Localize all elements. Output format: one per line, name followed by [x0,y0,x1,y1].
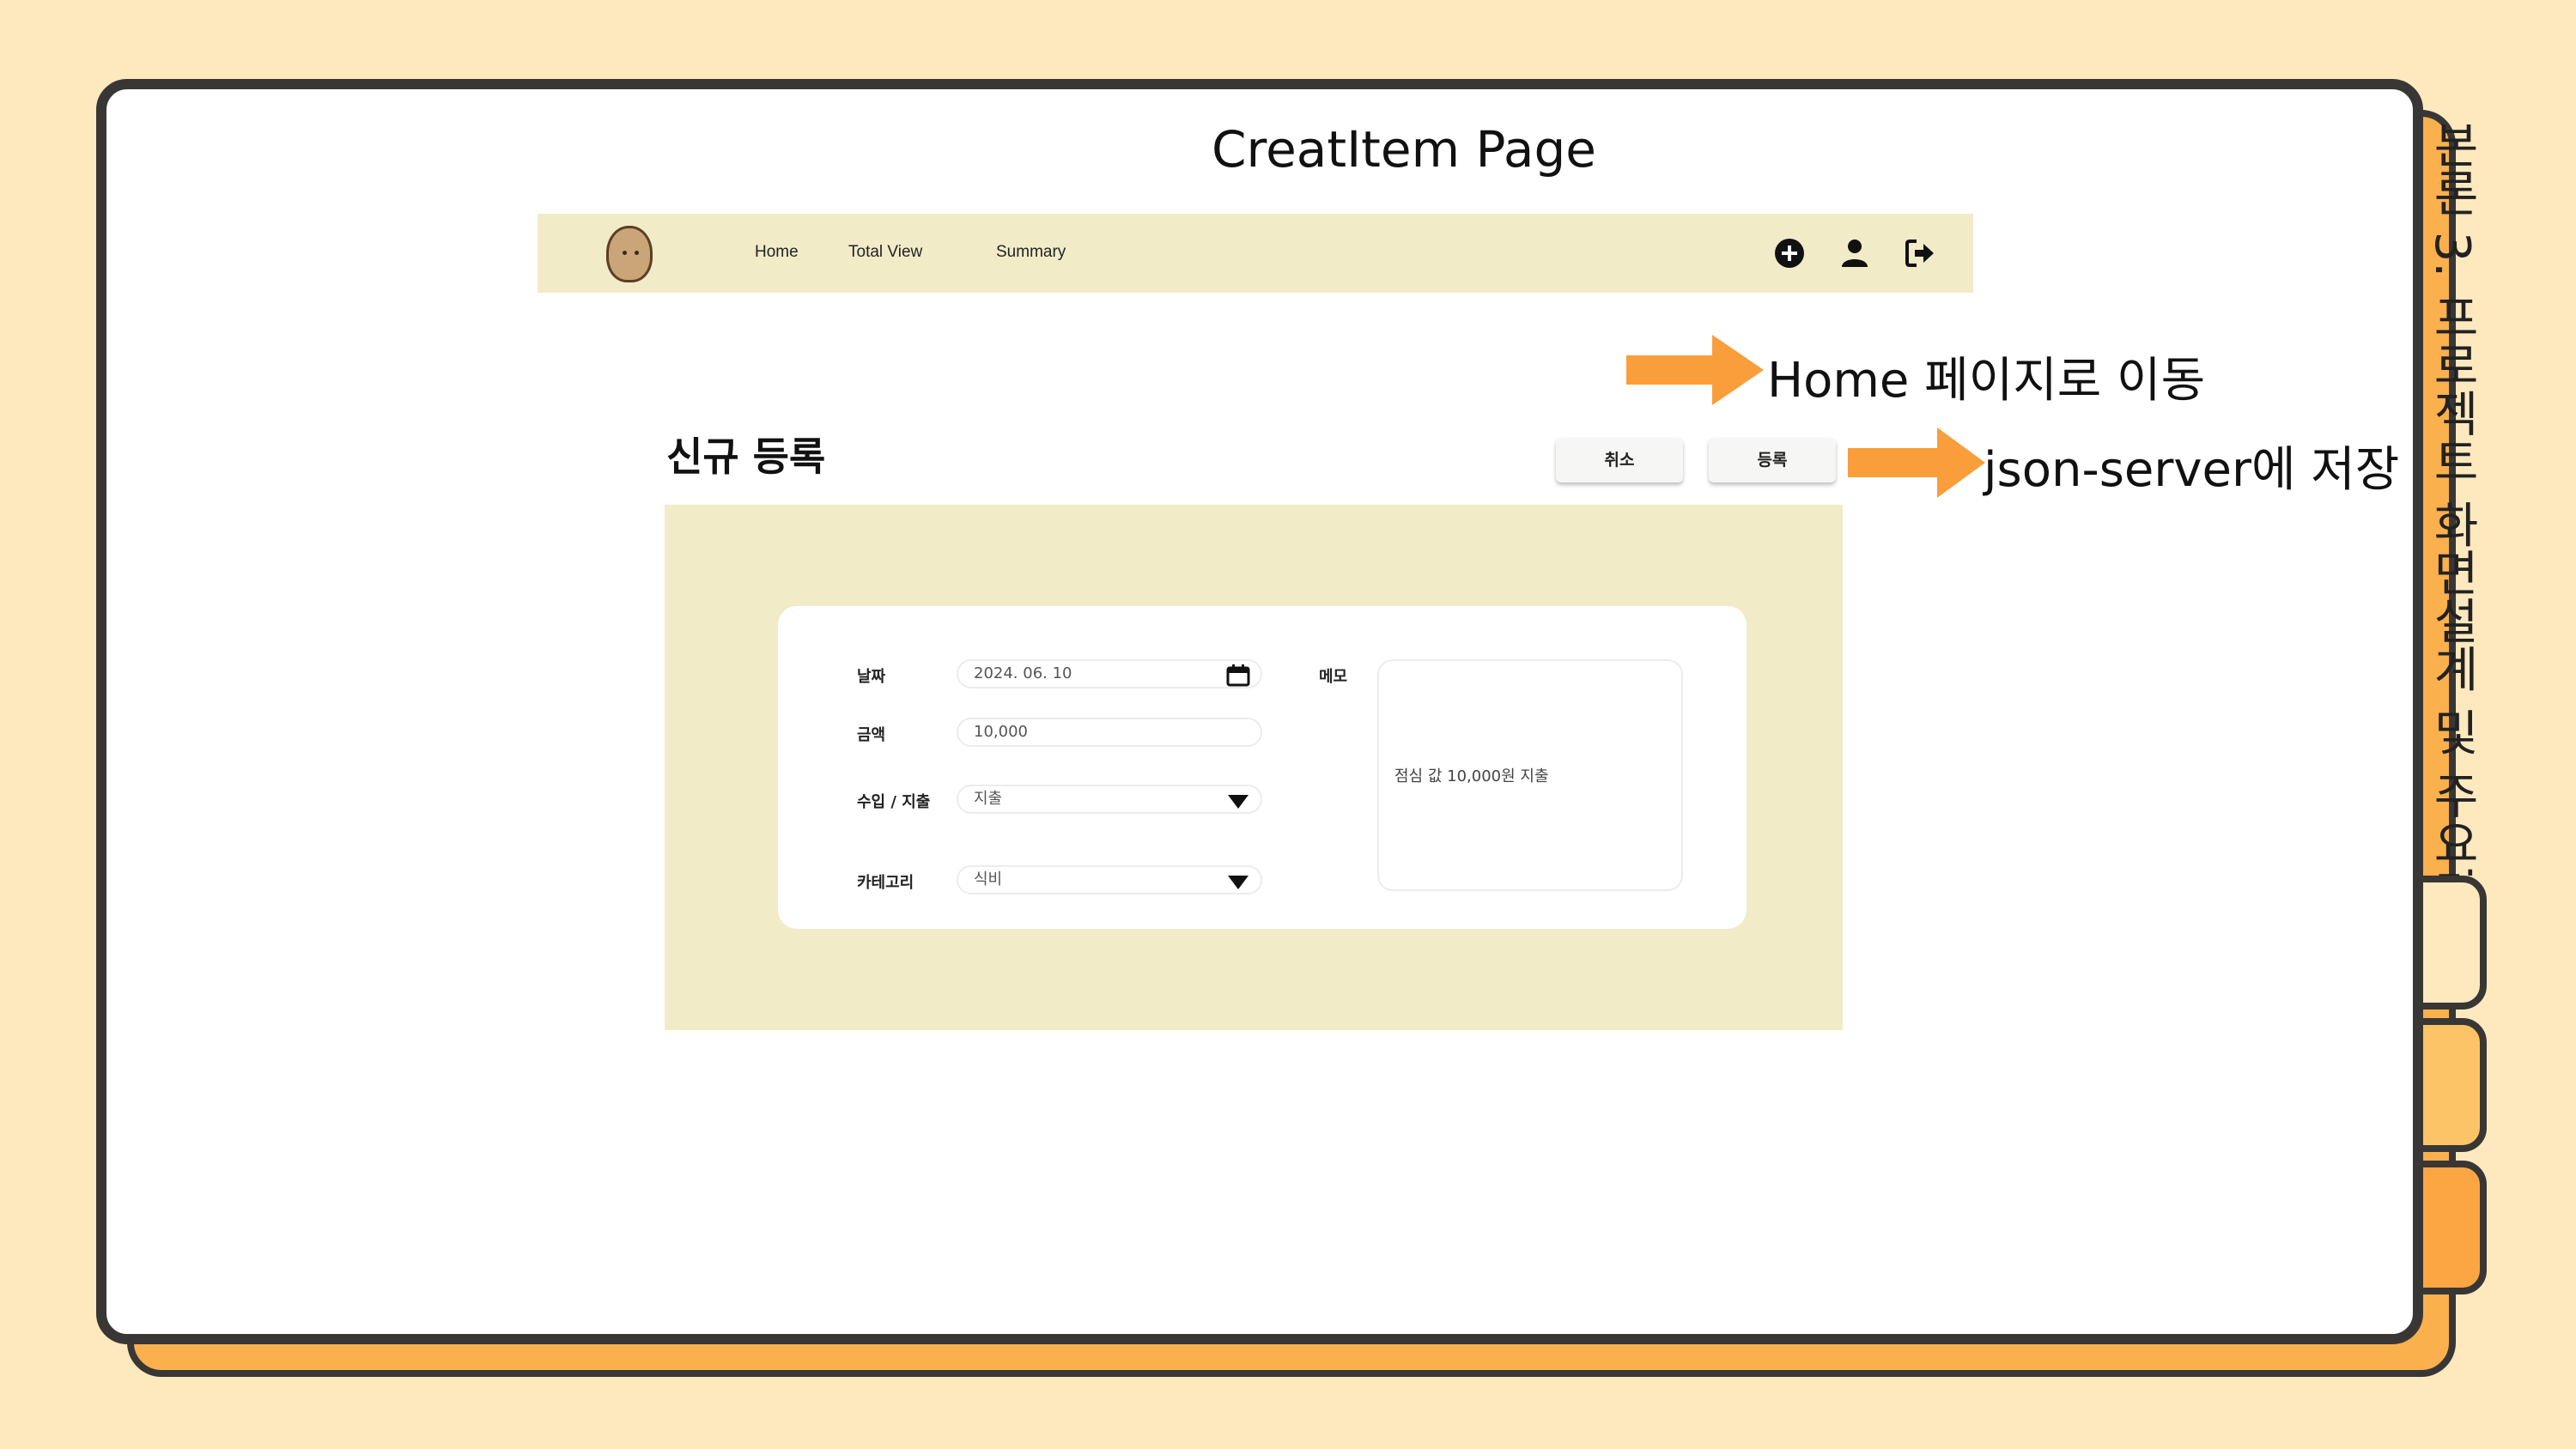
logout-icon[interactable] [1903,236,1937,270]
calendar-icon[interactable] [1226,664,1250,687]
memo-textarea[interactable]: 점심 값 10,000원 지출 [1377,659,1683,891]
form-card: 날짜 2024. 06. 10 금액 10,000 수입 / 지출 지출 카테고… [778,606,1747,929]
date-label: 날짜 [857,668,886,686]
submit-button[interactable]: 등록 [1709,438,1836,482]
nav-total-view[interactable]: Total View [848,243,922,262]
potato-logo[interactable] [606,226,653,282]
form-area: 날짜 2024. 06. 10 금액 10,000 수입 / 지출 지출 카테고… [665,505,1843,1030]
category-label: 카테고리 [857,874,914,892]
slide-side-title: 본론 3. 프로젝트 화면설계 및 주요기능 [2435,120,2480,876]
user-icon[interactable] [1838,236,1872,270]
chevron-down-icon[interactable] [1226,790,1250,810]
cancel-button[interactable]: 취소 [1556,438,1683,482]
date-value: 2024. 06. 10 [974,664,1072,682]
amount-value: 10,000 [974,723,1028,741]
add-circle-icon[interactable] [1772,236,1807,270]
arrow-to-save-note [1848,427,1985,498]
nav-home[interactable]: Home [755,243,799,262]
form-title: 신규 등록 [666,433,826,480]
amount-label: 금액 [857,726,886,744]
nav-summary[interactable]: Summary [996,243,1066,262]
memo-label: 메모 [1319,668,1348,686]
save-annotation: json-server에 저장 [1984,442,2400,498]
date-field[interactable]: 2024. 06. 10 [957,659,1262,688]
category-select[interactable]: 식비 [957,865,1262,894]
type-label: 수입 / 지출 [857,793,931,811]
type-select[interactable]: 지출 [957,785,1262,814]
page-heading: CreatItem Page [1212,120,1596,179]
navbar: Home Total View Summary [538,214,1973,293]
arrow-to-cancel-note [1626,335,1764,405]
cancel-annotation: Home 페이지로 이동 [1767,353,2206,409]
category-value: 식비 [974,870,1003,888]
chevron-down-icon[interactable] [1226,870,1250,891]
type-value: 지출 [974,790,1003,808]
amount-field[interactable]: 10,000 [957,718,1262,747]
memo-value: 점심 값 10,000원 지출 [1394,767,1549,785]
